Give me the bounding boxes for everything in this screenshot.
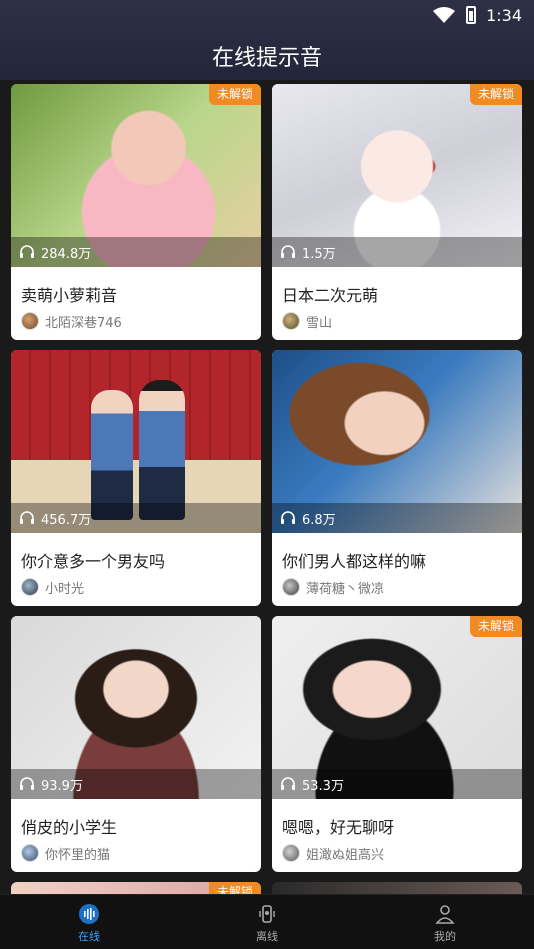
battery-icon (466, 6, 477, 24)
card-thumbnail: 6.8万 (272, 350, 522, 533)
card-thumbnail: 未解锁 284.8万 (11, 84, 261, 267)
card-title: 你们男人都这样的嘛 (282, 552, 427, 571)
headphones-icon (281, 511, 295, 524)
card-author[interactable]: 雪山 (282, 312, 333, 331)
ringtone-card[interactable]: 未解锁 284.8万 卖萌小萝莉音 北陌深巷746 (11, 84, 261, 340)
ringtone-card[interactable]: 未解锁 (11, 882, 261, 894)
tab-offline[interactable]: 离线 (178, 895, 356, 949)
play-count-bar: 284.8万 (11, 237, 261, 267)
tab-label: 在线 (78, 930, 100, 943)
locked-badge: 未解锁 (208, 882, 261, 894)
avatar (282, 578, 300, 596)
card-title: 俏皮的小学生 (21, 818, 118, 837)
status-time: 1:34 (486, 5, 522, 25)
ringtone-list[interactable]: 未解锁 284.8万 卖萌小萝莉音 北陌深巷746 未解锁 1.5万 日本二次元… (0, 80, 534, 894)
page-title: 在线提示音 (211, 46, 322, 71)
play-count-bar: 6.8万 (272, 503, 522, 533)
tab-label: 我的 (434, 930, 456, 943)
ringtone-card[interactable] (272, 882, 522, 894)
phone-vibrate-icon (259, 905, 275, 923)
locked-badge: 未解锁 (469, 84, 522, 105)
headphones-icon (20, 511, 34, 524)
app-header: 1:34 在线提示音 (0, 0, 534, 80)
wifi-icon (433, 7, 456, 23)
avatar (282, 312, 300, 330)
status-bar: 1:34 (432, 4, 522, 26)
headphones-icon (20, 245, 34, 258)
play-count-bar: 93.9万 (11, 769, 261, 799)
card-title: 卖萌小萝莉音 (21, 286, 118, 305)
headphones-icon (281, 245, 295, 258)
play-count-bar: 456.7万 (11, 503, 261, 533)
card-thumbnail: 456.7万 (11, 350, 261, 533)
play-count: 284.8万 (41, 246, 92, 262)
play-count: 1.5万 (302, 246, 336, 262)
play-count-bar: 1.5万 (272, 237, 522, 267)
author-name: 北陌深巷746 (45, 315, 122, 331)
author-name: 你怀里的猫 (45, 847, 111, 863)
locked-badge: 未解锁 (208, 84, 261, 105)
ringtone-card[interactable]: 456.7万 你介意多一个男友吗 小时光 (11, 350, 261, 606)
card-author[interactable]: 你怀里的猫 (21, 844, 111, 863)
locked-badge: 未解锁 (469, 616, 522, 637)
waveform-icon (79, 904, 99, 924)
play-count: 53.3万 (302, 778, 344, 794)
author-name: 小时光 (45, 581, 85, 597)
tab-mine[interactable]: 我的 (356, 895, 534, 949)
avatar (282, 844, 300, 862)
card-title: 你介意多一个男友吗 (21, 552, 166, 571)
ringtone-card[interactable]: 未解锁 53.3万 嗯嗯，好无聊呀 姐澉ぬ姐高兴 (272, 616, 522, 872)
author-name: 薄荷糖丶微凉 (306, 581, 385, 597)
ringtone-card[interactable]: 93.9万 俏皮的小学生 你怀里的猫 (11, 616, 261, 872)
headphones-icon (281, 777, 295, 790)
card-thumbnail: 未解锁 1.5万 (272, 84, 522, 267)
card-thumbnail: 未解锁 53.3万 (272, 616, 522, 799)
author-name: 雪山 (306, 315, 333, 331)
avatar (21, 312, 39, 330)
play-count: 93.9万 (41, 778, 83, 794)
headphones-icon (20, 777, 34, 790)
tab-online[interactable]: 在线 (0, 895, 178, 949)
avatar (21, 578, 39, 596)
ringtone-card[interactable]: 未解锁 1.5万 日本二次元萌 雪山 (272, 84, 522, 340)
card-author[interactable]: 姐澉ぬ姐高兴 (282, 844, 385, 863)
bottom-navigation: 在线 离线 我的 (0, 894, 534, 949)
card-author[interactable]: 北陌深巷746 (21, 312, 122, 331)
card-title: 嗯嗯，好无聊呀 (282, 818, 395, 837)
card-thumbnail: 93.9万 (11, 616, 261, 799)
play-count-bar: 53.3万 (272, 769, 522, 799)
play-count: 6.8万 (302, 512, 336, 528)
person-icon (435, 905, 455, 924)
card-author[interactable]: 薄荷糖丶微凉 (282, 578, 385, 597)
card-title: 日本二次元萌 (282, 286, 379, 305)
card-author[interactable]: 小时光 (21, 578, 85, 597)
tab-label: 离线 (256, 930, 278, 943)
author-name: 姐澉ぬ姐高兴 (306, 847, 385, 863)
play-count: 456.7万 (41, 512, 92, 528)
avatar (21, 844, 39, 862)
ringtone-card[interactable]: 6.8万 你们男人都这样的嘛 薄荷糖丶微凉 (272, 350, 522, 606)
